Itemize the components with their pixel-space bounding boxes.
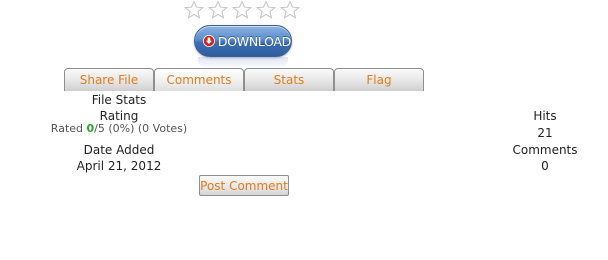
date-added-value: April 21, 2012	[76, 159, 162, 173]
comments-label: Comments	[512, 143, 578, 157]
comments-value: 0	[541, 159, 549, 173]
post-comment-button[interactable]: Post Comment	[199, 175, 289, 196]
hits-value: 21	[537, 126, 553, 140]
date-added-label: Date Added	[83, 143, 155, 157]
star-icon[interactable]	[184, 0, 204, 20]
star-icon[interactable]	[280, 0, 300, 20]
file-stats-title: File Stats	[91, 93, 147, 107]
hits-label: Hits	[533, 109, 557, 123]
tab-label: Share File	[79, 73, 139, 87]
tab-label: Comments	[166, 73, 232, 87]
tab-share-file[interactable]: Share File	[64, 68, 154, 91]
tab-comments[interactable]: Comments	[154, 68, 244, 91]
tab-stats[interactable]: Stats	[244, 68, 334, 91]
tab-flag[interactable]: Flag	[334, 68, 424, 91]
post-comment-label: Post Comment	[200, 178, 288, 193]
star-rating[interactable]	[184, 0, 306, 20]
rating-summary: Rated 0/5 (0%) (0 Votes)	[50, 122, 188, 135]
tab-label: Flag	[366, 73, 392, 87]
star-icon[interactable]	[208, 0, 228, 20]
download-label: DOWNLOAD	[217, 33, 291, 49]
download-button[interactable]: DOWNLOAD	[194, 25, 292, 57]
star-icon[interactable]	[232, 0, 252, 20]
tab-label: Stats	[273, 73, 305, 87]
rating-value: 0	[86, 122, 95, 135]
download-arrow-icon	[203, 35, 215, 47]
star-icon[interactable]	[256, 0, 276, 20]
